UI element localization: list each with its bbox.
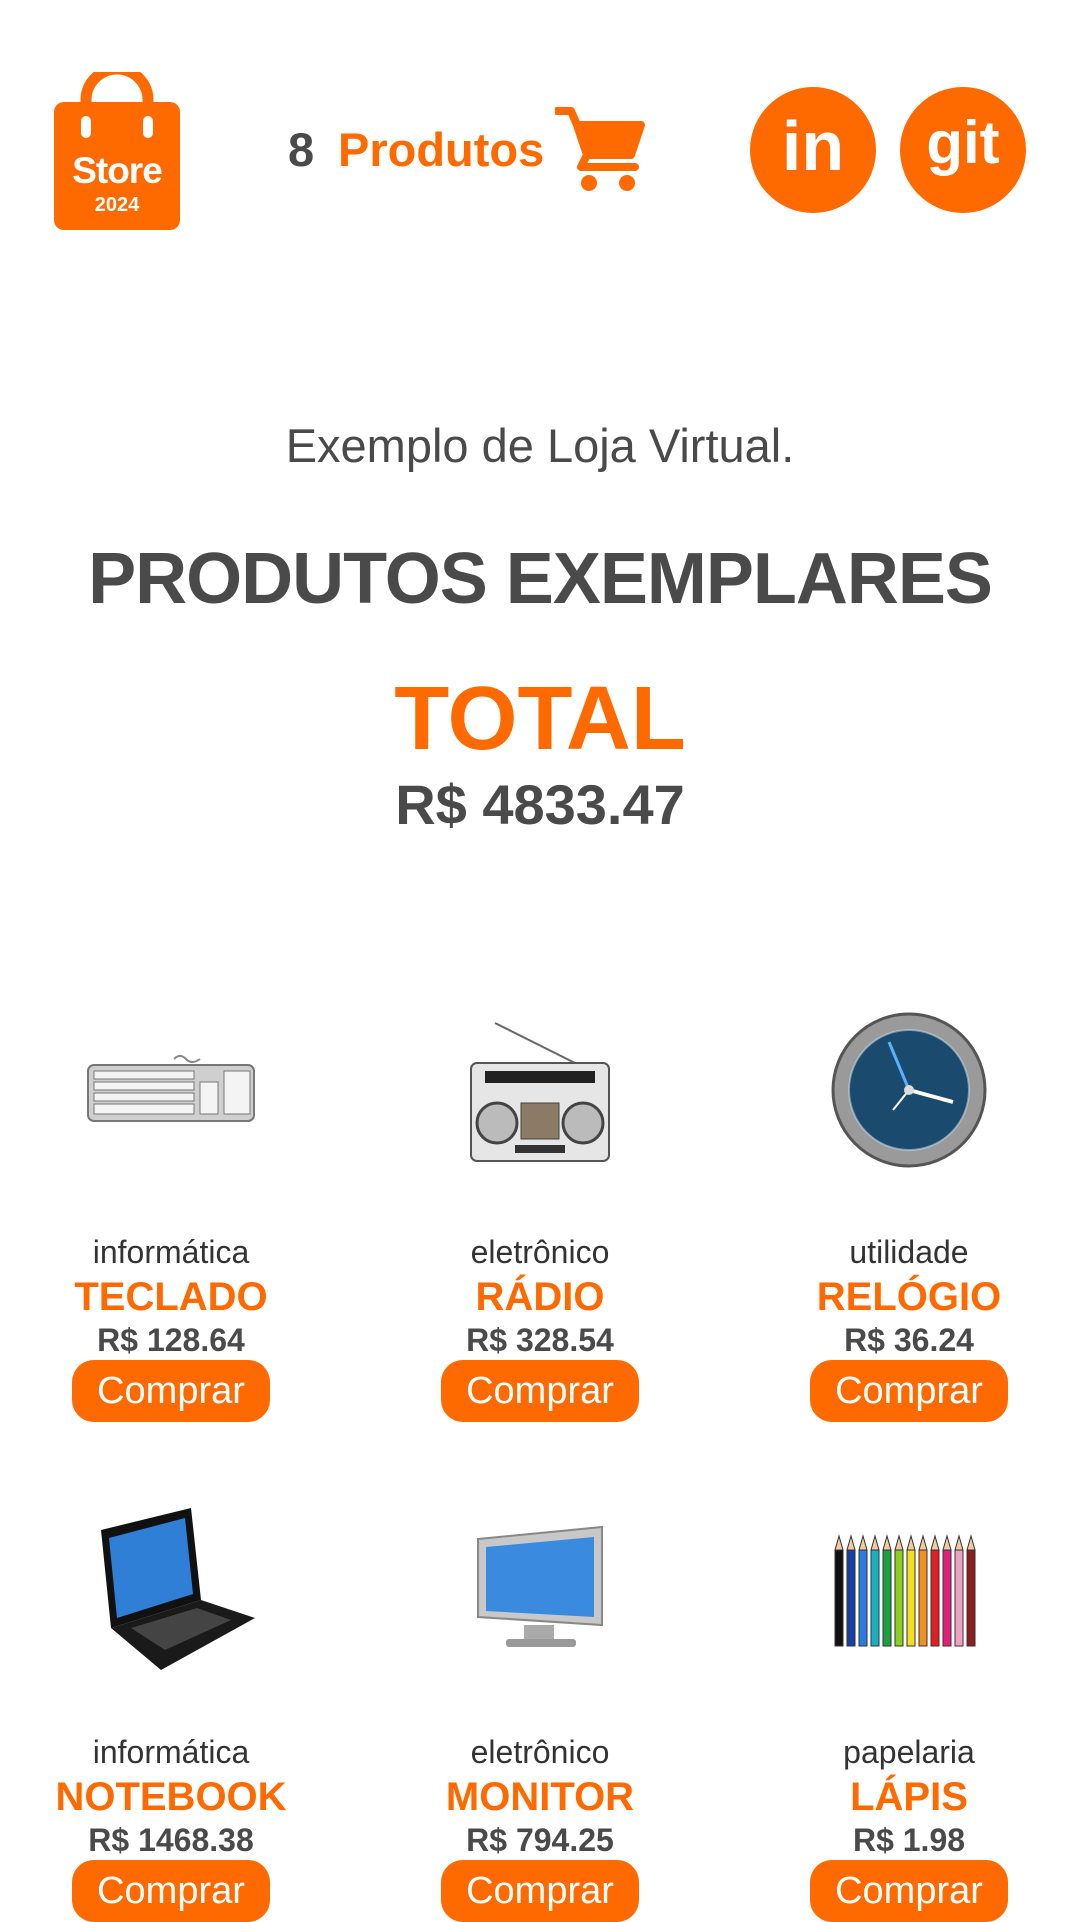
product-card: eletrônico MONITOR R$ 794.25 Comprar xyxy=(390,1500,690,1922)
product-name: RELÓGIO xyxy=(816,1275,1002,1319)
product-image xyxy=(390,1000,690,1180)
product-image xyxy=(759,1500,1059,1680)
clock-icon xyxy=(831,1012,987,1168)
laptop-icon xyxy=(101,1508,255,1670)
buy-button[interactable]: Comprar xyxy=(810,1860,1008,1922)
keyboard-icon xyxy=(87,1055,255,1122)
linkedin-button[interactable]: in xyxy=(750,87,876,213)
buy-button[interactable]: Comprar xyxy=(441,1860,639,1922)
product-card: informática NOTEBOOK R$ 1468.38 Comprar xyxy=(21,1500,321,1922)
monitor-icon xyxy=(477,1525,603,1647)
page-title: PRODUTOS EXEMPLARES xyxy=(88,539,993,619)
buy-button[interactable]: Comprar xyxy=(441,1360,639,1422)
product-price: R$ 1468.38 xyxy=(88,1822,254,1858)
product-card: eletrônico RÁDIO R$ 328.54 Comprar xyxy=(390,1000,690,1422)
product-name: LÁPIS xyxy=(850,1775,968,1819)
product-name: TECLADO xyxy=(74,1275,268,1319)
github-button[interactable]: git xyxy=(900,87,1026,213)
product-card: papelaria LÁPIS R$ 1.98 Comprar xyxy=(759,1500,1059,1922)
total-value: R$ 4833.47 xyxy=(395,773,685,836)
total-label: TOTAL xyxy=(394,669,686,769)
logo-text: Store xyxy=(72,150,163,191)
product-price: R$ 328.54 xyxy=(466,1322,614,1358)
radio-icon xyxy=(470,1022,610,1162)
product-name: NOTEBOOK xyxy=(55,1775,287,1819)
product-price: R$ 794.25 xyxy=(466,1822,614,1858)
logo-year: 2024 xyxy=(94,194,140,216)
pencils-icon xyxy=(834,1534,976,1647)
product-category: eletrônico xyxy=(470,1234,610,1270)
buy-button[interactable]: Comprar xyxy=(72,1860,270,1922)
shopping-cart-icon[interactable] xyxy=(555,105,645,195)
product-image xyxy=(759,1000,1059,1180)
cart-label[interactable]: Produtos xyxy=(338,122,544,177)
product-name: RÁDIO xyxy=(475,1275,605,1319)
product-category: informática xyxy=(92,1234,250,1270)
product-price: R$ 1.98 xyxy=(852,1822,966,1858)
product-category: utilidade xyxy=(849,1234,969,1270)
product-image xyxy=(390,1500,690,1680)
buy-button[interactable]: Comprar xyxy=(810,1360,1008,1422)
product-image xyxy=(21,1000,321,1180)
product-image xyxy=(21,1500,321,1680)
product-category: papelaria xyxy=(843,1734,975,1770)
product-card: utilidade RELÓGIO R$ 36.24 Comprar xyxy=(759,1000,1059,1422)
product-category: eletrônico xyxy=(470,1734,610,1770)
product-category: informática xyxy=(92,1734,250,1770)
store-logo[interactable]: Store 2024 xyxy=(54,72,180,230)
page-subtitle: Exemplo de Loja Virtual. xyxy=(285,419,795,472)
product-price: R$ 128.64 xyxy=(97,1322,245,1358)
cart-count: 8 xyxy=(288,123,315,176)
buy-button[interactable]: Comprar xyxy=(72,1360,270,1422)
product-name: MONITOR xyxy=(445,1775,635,1819)
product-price: R$ 36.24 xyxy=(844,1322,974,1358)
product-card: informática TECLADO R$ 128.64 Comprar xyxy=(21,1000,321,1422)
